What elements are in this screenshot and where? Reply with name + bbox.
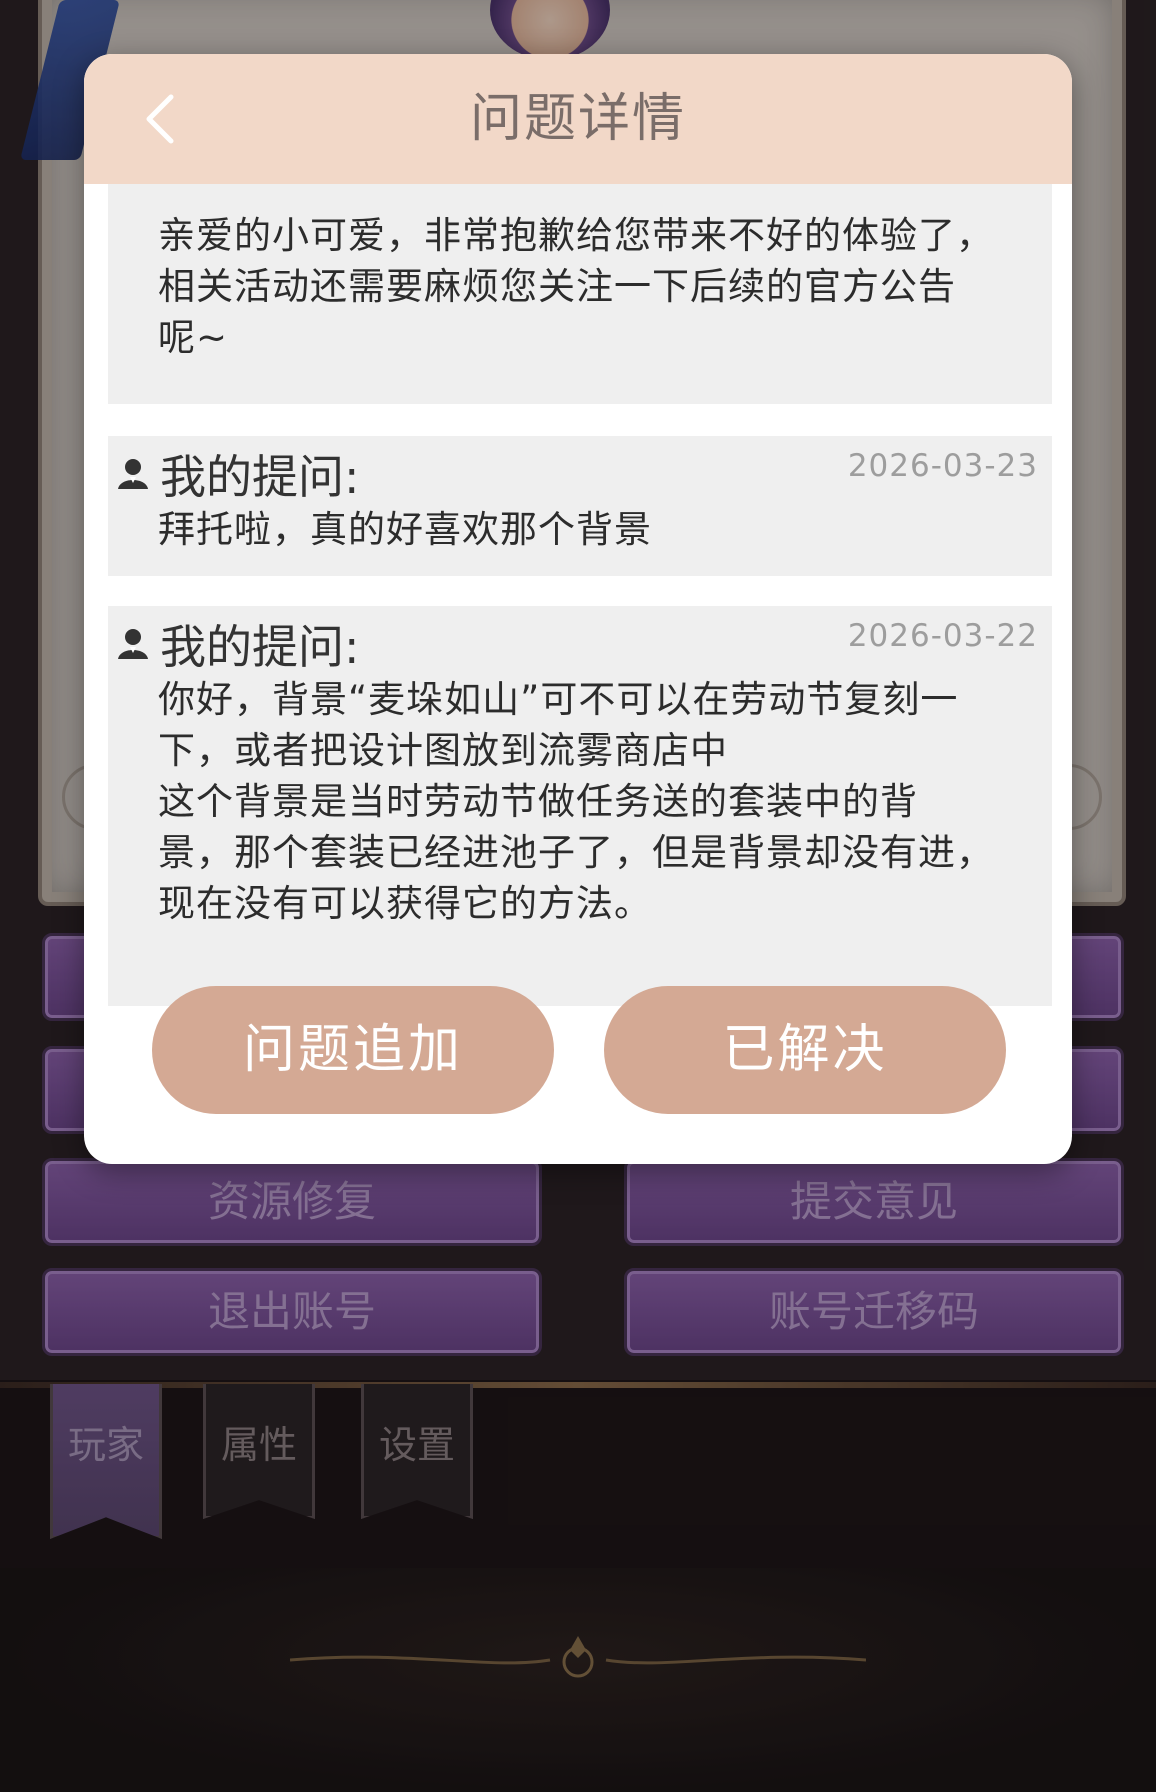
chevron-left-icon (146, 94, 174, 144)
reply-card: 亲爱的小可爱，非常抱歉给您带来不好的体验了， 相关活动还需要麻烦您关注一下后续的… (108, 184, 1052, 404)
question-card: 我的提问: 2026-03-22 你好，背景“麦垛如山”可不可以在劳动节复刻一 … (108, 606, 1052, 1006)
dialog-header: 问题详情 (84, 54, 1072, 184)
user-icon (118, 629, 148, 659)
question-detail-dialog: 问题详情 亲爱的小可爱，非常抱歉给您带来不好的体验了， 相关活动还需要麻烦您关注… (84, 54, 1072, 1164)
question-card: 我的提问: 2026-03-23 拜托啦，真的好喜欢那个背景 (108, 436, 1052, 576)
dialog-scroll-area[interactable]: 亲爱的小可爱，非常抱歉给您带来不好的体验了， 相关活动还需要麻烦您关注一下后续的… (84, 184, 1072, 1010)
question-header: 我的提问: (116, 614, 360, 674)
question-text: 你好，背景“麦垛如山”可不可以在劳动节复刻一 下，或者把设计图放到流雾商店中 这… (158, 678, 994, 925)
resolved-button[interactable]: 已解决 (604, 986, 1006, 1114)
dialog-title: 问题详情 (469, 89, 686, 149)
question-date: 2026-03-22 (847, 618, 1038, 654)
question-text: 拜托啦，真的好喜欢那个背景 (158, 508, 652, 551)
question-date: 2026-03-23 (847, 448, 1038, 484)
back-button[interactable] (124, 84, 194, 154)
user-icon (118, 459, 148, 489)
question-label: 我的提问: (160, 620, 360, 674)
add-question-button[interactable]: 问题追加 (152, 986, 554, 1114)
question-header: 我的提问: (116, 444, 360, 504)
question-label: 我的提问: (160, 450, 360, 504)
reply-text: 亲爱的小可爱，非常抱歉给您带来不好的体验了， 相关活动还需要麻烦您关注一下后续的… (158, 214, 994, 359)
